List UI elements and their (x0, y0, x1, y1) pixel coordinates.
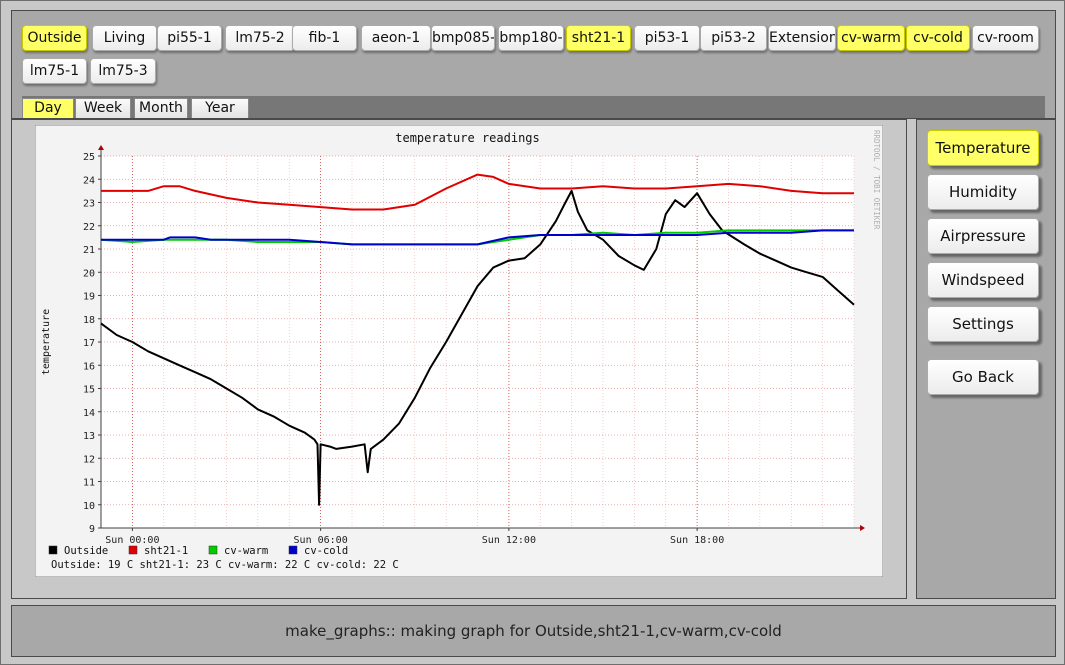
status-bar: make_graphs:: making graph for Outside,s… (11, 605, 1056, 657)
sensor-button-lm75-2[interactable]: lm75-2 (225, 25, 295, 51)
y-tick-label: 23 (83, 199, 95, 210)
chart-title: temperature readings (395, 131, 540, 145)
sensor-button-cv-warm[interactable]: cv-warm (837, 25, 905, 51)
sensor-button-pi55-1[interactable]: pi55-1 (157, 25, 222, 51)
y-tick-label: 10 (83, 501, 95, 512)
y-tick-label: 22 (83, 222, 95, 233)
sensor-button-extension[interactable]: Extension (768, 25, 836, 51)
legend-swatch-sht21-1 (128, 545, 138, 555)
legend-label-outside: Outside (64, 545, 108, 557)
temperature-chart: 910111213141516171819202122232425Sun 00:… (35, 125, 883, 577)
sensor-button-lm75-1[interactable]: lm75-1 (22, 58, 87, 84)
temperature-button[interactable]: Temperature (927, 130, 1039, 166)
legend-label-cv-cold: cv-cold (304, 545, 348, 557)
y-tick-label: 11 (83, 478, 95, 489)
sensor-button-bmp085[interactable]: bmp085- (431, 25, 495, 51)
legend-swatch-cv-warm (208, 545, 218, 555)
side-menu-panel: Temperature Humidity Airpressure Windspeed S… (916, 119, 1056, 599)
sensor-selector-panel: Outside Living pi55-1 lm75-2 fib-1 aeon-1 bmp0… (11, 10, 1056, 119)
legend-label-sht21-1: sht21-1 (144, 545, 188, 557)
y-tick-label: 21 (83, 245, 95, 256)
status-text: make_graphs:: making graph for Outside,s… (285, 622, 782, 640)
y-tick-label: 14 (83, 408, 95, 419)
sensor-button-sht21-1[interactable]: sht21-1 (566, 25, 631, 51)
tab-year[interactable]: Year (191, 98, 249, 118)
legend-summary: Outside: 19 C sht21-1: 23 C cv-warm: 22 … (51, 559, 399, 571)
sensor-button-cv-cold[interactable]: cv-cold (906, 25, 970, 51)
sensor-button-aeon-1[interactable]: aeon-1 (361, 25, 431, 51)
sensor-button-outside[interactable]: Outside (22, 25, 87, 51)
sensor-button-lm75-3[interactable]: lm75-3 (90, 58, 156, 84)
y-tick-label: 15 (83, 385, 95, 396)
y-tick-label: 18 (83, 315, 95, 326)
y-tick-label: 20 (83, 268, 95, 279)
tab-day[interactable]: Day (22, 98, 74, 118)
sensor-button-living[interactable]: Living (92, 25, 157, 51)
y-axis-label: temperature (41, 309, 52, 375)
humidity-button[interactable]: Humidity (927, 174, 1039, 210)
y-tick-label: 17 (83, 338, 95, 349)
y-tick-label: 12 (83, 454, 95, 465)
sensor-button-pi53-1[interactable]: pi53-1 (634, 25, 700, 51)
tab-month[interactable]: Month (134, 98, 188, 118)
y-tick-label: 16 (83, 361, 95, 372)
legend-swatch-outside (48, 545, 58, 555)
watermark: RRDTOOL / TOBI OETIKER (872, 130, 881, 230)
settings-button[interactable]: Settings (927, 306, 1039, 342)
y-tick-label: 19 (83, 292, 95, 303)
y-tick-label: 13 (83, 431, 95, 442)
sensor-button-fib-1[interactable]: fib-1 (292, 25, 357, 51)
x-tick-label: Sun 18:00 (670, 535, 724, 546)
go-back-button[interactable]: Go Back (927, 359, 1039, 395)
sensor-button-bmp180[interactable]: bmp180- (498, 25, 564, 51)
sensor-button-cv-room[interactable]: cv-room (972, 25, 1039, 51)
period-tab-bar: Day Week Month Year (22, 96, 1045, 118)
legend-swatch-cv-cold (288, 545, 298, 555)
y-tick-label: 24 (83, 175, 95, 186)
legend-label-cv-warm: cv-warm (224, 545, 268, 557)
windspeed-button[interactable]: Windspeed (927, 262, 1039, 298)
x-tick-label: Sun 12:00 (482, 535, 536, 546)
tab-week[interactable]: Week (75, 98, 131, 118)
sensor-button-pi53-2[interactable]: pi53-2 (700, 25, 767, 51)
app-window: Outside Living pi55-1 lm75-2 fib-1 aeon-1 bmp0… (0, 0, 1065, 665)
y-tick-label: 9 (89, 524, 95, 535)
y-tick-label: 25 (83, 152, 95, 163)
airpressure-button[interactable]: Airpressure (927, 218, 1039, 254)
